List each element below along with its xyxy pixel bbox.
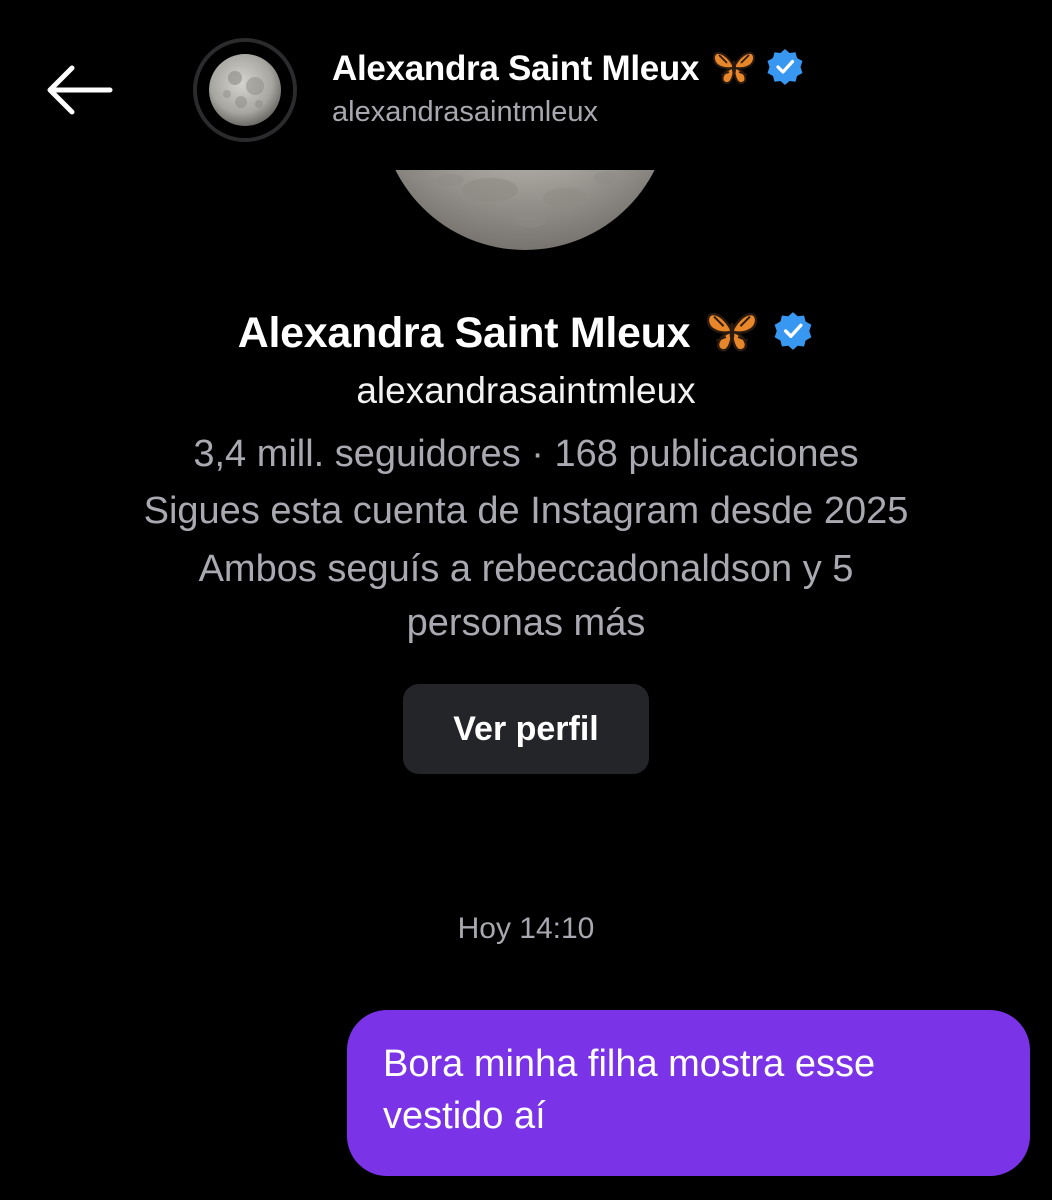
message-timestamp: Hoy 14:10 (457, 912, 595, 945)
message-text: Bora minha filha mostra esse vestido aí (383, 1038, 994, 1142)
mutual-line-2: personas más (406, 602, 646, 644)
moon-avatar-image (197, 42, 293, 138)
back-button[interactable] (40, 60, 120, 120)
profile-stats: 3,4 mill. seguidores · 168 publicaciones (193, 433, 859, 475)
header-handle: alexandrasaintmleux (332, 96, 598, 128)
moon-image (395, 170, 655, 250)
message-line-2: vestido aí (383, 1095, 546, 1137)
profile-name: Alexandra Saint Mleux (237, 308, 691, 357)
mutual-line-1: Ambos seguís a rebeccadonaldson y 5 (198, 548, 854, 590)
message-line-1: Bora minha filha mostra esse (383, 1043, 876, 1085)
mutual-followers-text: Ambos seguís a rebeccadonaldson y 5 pers… (0, 542, 1052, 650)
following-since-text: Sigues esta cuenta de Instagram desde 20… (143, 490, 909, 532)
profile-name-row: Alexandra Saint Mleux (0, 305, 1052, 361)
view-profile-button[interactable]: Ver perfil (403, 684, 649, 774)
chat-header: Alexandra Saint Mleux alexandrasaintmleu… (0, 0, 1052, 170)
butterfly-emoji-icon (704, 307, 760, 360)
header-name: Alexandra Saint Mleux (332, 49, 700, 88)
butterfly-emoji-icon (711, 47, 757, 92)
arrow-left-icon (47, 65, 113, 115)
verified-badge-icon (772, 310, 814, 357)
header-title[interactable]: Alexandra Saint Mleux alexandrasaintmleu… (332, 46, 805, 129)
avatar[interactable] (193, 38, 297, 142)
profile-avatar-large[interactable] (380, 170, 670, 250)
profile-handle: alexandrasaintmleux (356, 370, 696, 411)
sent-message-bubble[interactable]: Bora minha filha mostra esse vestido aí (347, 1010, 1030, 1176)
verified-badge-icon (765, 47, 805, 92)
